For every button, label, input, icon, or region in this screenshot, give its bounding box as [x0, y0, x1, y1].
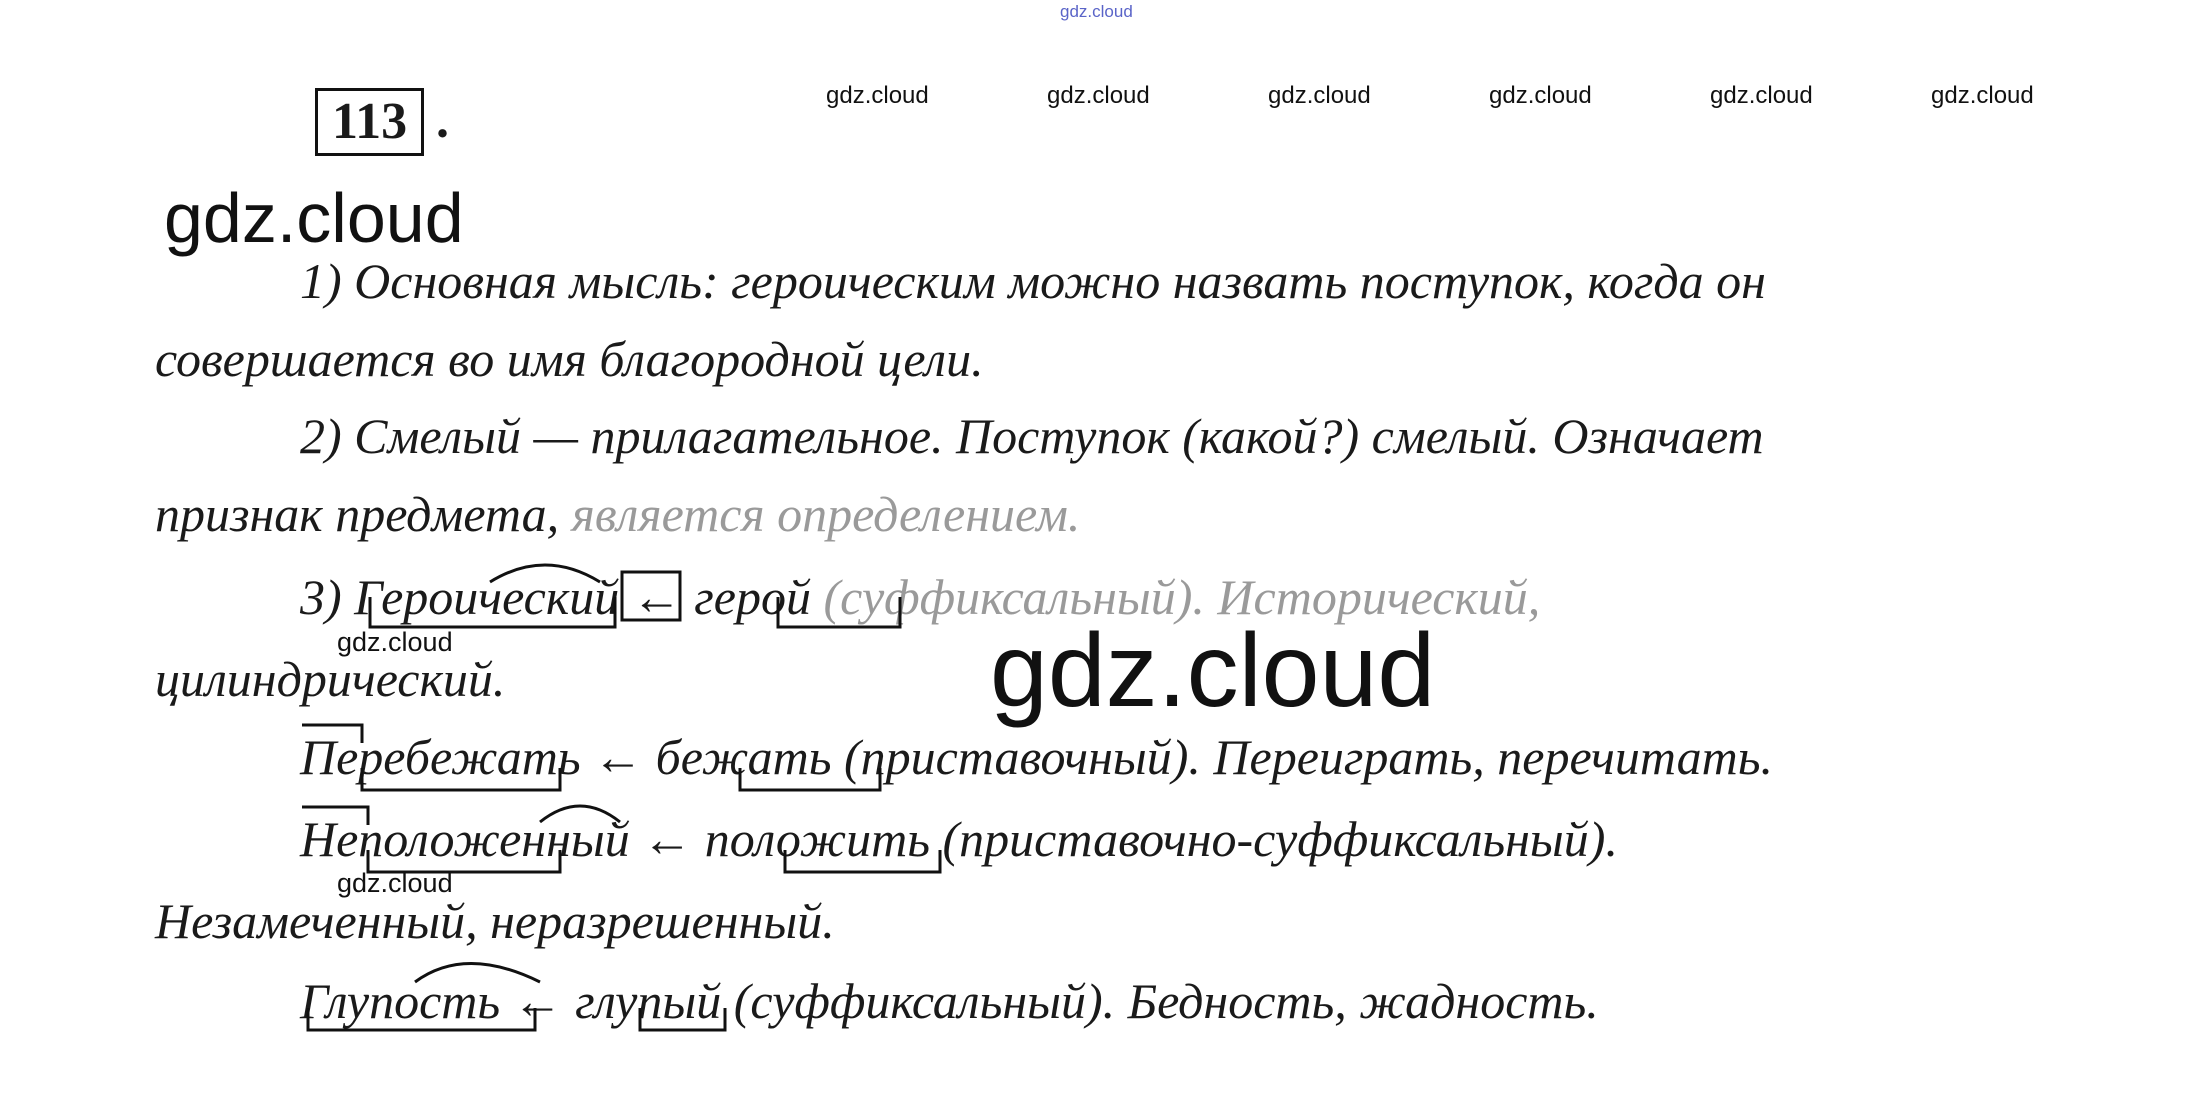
text-line-6: цилиндрический.	[155, 651, 506, 707]
text-line-4-normal: признак предмета,	[155, 486, 560, 542]
watermark-row-3: gdz.cloud	[1268, 82, 1371, 109]
text-line-3: 2) Смелый — прилагательное. Поступок (ка…	[300, 408, 1764, 464]
text-line-8: Неположенный ← положить (приставочно-суф…	[300, 811, 1618, 867]
text-line-10: Глупость ← глупый (суффиксальный). Бедно…	[300, 973, 1599, 1029]
text-line-7: Перебежать ← бежать (приставочный). Пере…	[300, 729, 1773, 785]
task-number: 113	[315, 88, 425, 156]
watermark-row-1: gdz.cloud	[826, 82, 929, 109]
watermark-row-5: gdz.cloud	[1710, 82, 1813, 109]
text-line-5: 3) Героический ← герой (суффиксальный). …	[300, 568, 1540, 626]
text-line-5-normal: 3) Героический ← герой	[300, 569, 811, 625]
watermark-large-center: gdz.cloud	[990, 613, 1436, 729]
watermark-row-2: gdz.cloud	[1047, 82, 1150, 109]
watermark-row-6: gdz.cloud	[1931, 82, 2034, 109]
text-line-4-faded: является определением.	[559, 486, 1081, 542]
task-number-dot: .	[436, 92, 449, 149]
text-line-1: 1) Основная мысль: героическим можно наз…	[300, 253, 1766, 309]
watermark-row-4: gdz.cloud	[1489, 82, 1592, 109]
text-line-2: совершается во имя благородной цели.	[155, 331, 984, 387]
text-line-5-faded: (суффиксальный). Исторический,	[810, 569, 1541, 625]
text-line-4: признак предмета, является определением.	[155, 485, 1080, 543]
watermark-top: gdz.cloud	[1060, 2, 1133, 21]
text-line-9: Незамеченный, неразрешенный.	[155, 893, 835, 949]
watermark-large-upper: gdz.cloud	[164, 179, 464, 257]
